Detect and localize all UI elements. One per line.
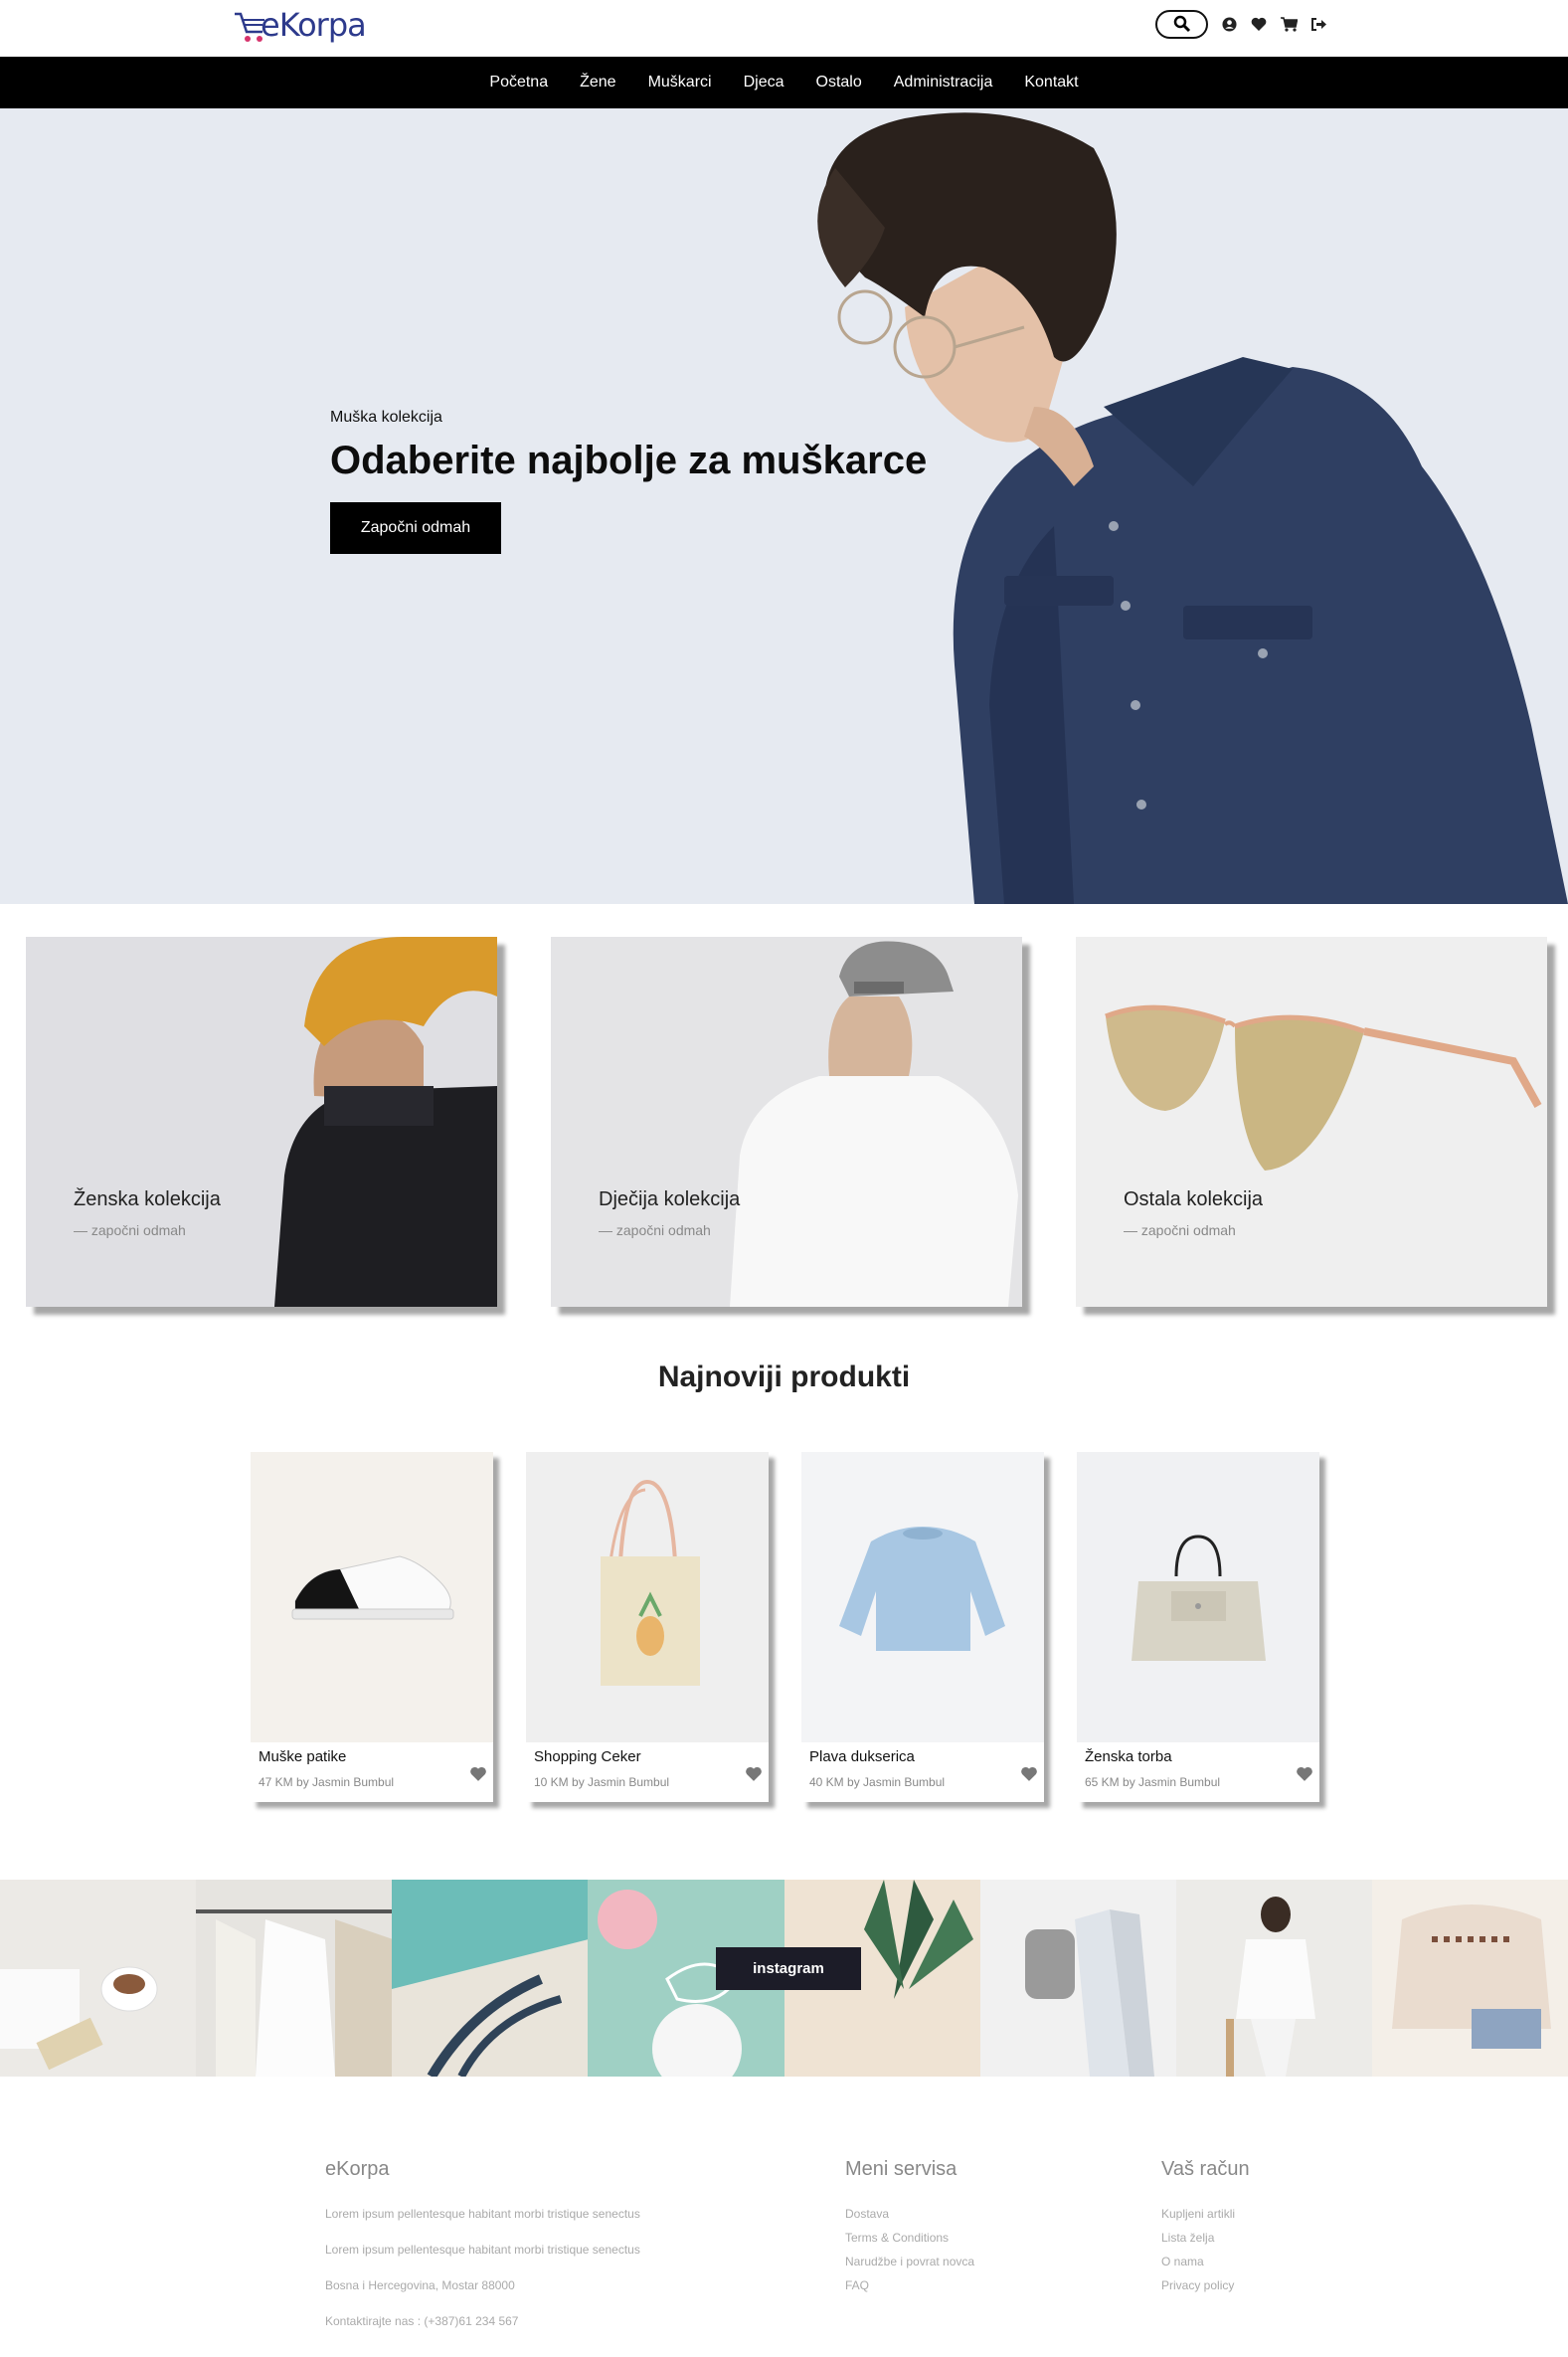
logout-button[interactable] <box>1309 15 1327 33</box>
desk-photo <box>0 1966 158 2071</box>
footer-title: Meni servisa <box>845 2158 958 2180</box>
product-meta: 65 KM by Jasmin Bumbul <box>1085 1775 1221 1789</box>
product-image <box>526 1452 769 1742</box>
product-meta: 40 KM by Jasmin Bumbul <box>809 1775 946 1789</box>
product-meta: 47 KM by Jasmin Bumbul <box>259 1775 395 1789</box>
hero-start-button[interactable]: Započni odmah <box>330 502 501 554</box>
instagram-photo[interactable] <box>196 1880 393 2077</box>
footer-contact: Kontaktirajte nas : (+387)61 234 567 <box>325 2314 519 2328</box>
collection-link[interactable]: — započni odmah <box>1124 1222 1236 1238</box>
product-image <box>251 1452 493 1742</box>
footer-about: eKorpa Lorem ipsum pellentesque habitant… <box>325 2158 640 2350</box>
instagram-photo[interactable] <box>979 1880 1176 2077</box>
nav-item-pocetna[interactable]: Početna <box>473 74 564 91</box>
clothes-rack-photo <box>196 1909 393 2077</box>
collection-title: Ostala kolekcija <box>1124 1188 1264 1210</box>
collection-title: Ženska kolekcija <box>74 1188 221 1210</box>
backpack-photo <box>1024 1909 1154 2077</box>
woman-sitting-photo <box>1225 1897 1315 2077</box>
footer-service-menu: Meni servisa Dostava Terms & Conditions … <box>845 2158 974 2302</box>
footer-link-dostava[interactable]: Dostava <box>845 2207 974 2221</box>
heart-icon[interactable] <box>469 1766 487 1782</box>
collection-card-other[interactable]: Ostala kolekcija — započni odmah <box>1076 937 1547 1307</box>
cart-icon <box>1280 16 1298 32</box>
product-image <box>801 1452 1044 1742</box>
heart-icon[interactable] <box>1020 1766 1038 1782</box>
footer-link-privacy[interactable]: Privacy policy <box>1161 2278 1250 2292</box>
footer-link-purchased[interactable]: Kupljeni artikli <box>1161 2207 1250 2221</box>
product-name: Plava dukserica <box>809 1748 915 1765</box>
logo[interactable]: eKorpa <box>233 4 382 46</box>
header-icons <box>1155 9 1327 39</box>
kids-collection-image <box>551 937 1022 1307</box>
nav-item-zene[interactable]: Žene <box>564 74 631 91</box>
instagram-photo[interactable] <box>1371 1880 1568 2077</box>
hero-model-image <box>817 112 1568 904</box>
footer-address: Bosna i Hercegovina, Mostar 88000 <box>325 2278 515 2292</box>
footer-title: eKorpa <box>325 2158 390 2180</box>
collection-title: Dječija kolekcija <box>599 1188 741 1210</box>
footer-link-faq[interactable]: FAQ <box>845 2278 974 2292</box>
product-name: Muške patike <box>259 1748 347 1765</box>
search-icon <box>1173 15 1190 33</box>
logout-icon <box>1310 17 1326 31</box>
product-card[interactable]: Plava dukserica 40 KM by Jasmin Bumbul <box>801 1452 1044 1802</box>
wishlist-button[interactable] <box>1250 15 1268 33</box>
product-card[interactable]: Ženska torba 65 KM by Jasmin Bumbul <box>1077 1452 1319 1802</box>
footer-link-orders[interactable]: Narudžbe i povrat novca <box>845 2255 974 2268</box>
tote-bag-image <box>601 1479 700 1686</box>
sweatshirt-image <box>839 1527 1005 1651</box>
heart-icon <box>1251 17 1267 31</box>
palm-shadow-photo <box>392 1939 589 2077</box>
section-title: Najnoviji produkti <box>657 1360 911 1393</box>
instagram-photo[interactable] <box>1175 1880 1372 2077</box>
footer-link-wishlist[interactable]: Lista želja <box>1161 2231 1250 2245</box>
logo-text: eKorpa <box>261 6 367 44</box>
nav-item-muskarci[interactable]: Muškarci <box>632 74 728 91</box>
footer-link-terms[interactable]: Terms & Conditions <box>845 2231 974 2245</box>
footer-link-about[interactable]: O nama <box>1161 2255 1250 2268</box>
collection-link[interactable]: — započni odmah <box>74 1222 186 1238</box>
product-card[interactable]: Muške patike 47 KM by Jasmin Bumbul <box>251 1452 493 1802</box>
search-button[interactable] <box>1155 9 1208 39</box>
user-button[interactable] <box>1220 15 1238 33</box>
footer-account: Vaš račun Kupljeni artikli Lista želja O… <box>1161 2158 1250 2302</box>
hero-title: Odaberite najbolje za muškarce <box>330 439 928 482</box>
heart-icon[interactable] <box>745 1766 763 1782</box>
collection-link[interactable]: — započni odmah <box>599 1222 711 1238</box>
footer-text: Lorem ipsum pellentesque habitant morbi … <box>325 2243 640 2257</box>
product-image <box>1077 1452 1319 1742</box>
other-collection-image <box>1076 937 1547 1307</box>
product-name: Ženska torba <box>1085 1748 1172 1765</box>
nav-item-administracija[interactable]: Administracija <box>878 74 1009 91</box>
handbag-image <box>1132 1535 1266 1661</box>
instagram-photo[interactable] <box>392 1880 589 2077</box>
sneaker-image <box>291 1555 454 1620</box>
instagram-button[interactable]: instagram <box>716 1947 861 1990</box>
product-meta: 10 KM by Jasmin Bumbul <box>534 1775 670 1789</box>
heart-icon[interactable] <box>1296 1766 1313 1782</box>
nav-item-ostalo[interactable]: Ostalo <box>800 74 878 91</box>
nav-item-djeca[interactable]: Djeca <box>728 74 800 91</box>
hero-banner: Muška kolekcija Odaberite najbolje za mu… <box>0 108 1568 904</box>
instagram-photo[interactable] <box>0 1880 197 2077</box>
collection-card-women[interactable]: Ženska kolekcija — započni odmah <box>26 937 497 1307</box>
main-nav: Početna Žene Muškarci Djeca Ostalo Admin… <box>0 57 1568 108</box>
nav-item-kontakt[interactable]: Kontakt <box>1008 74 1094 91</box>
user-icon <box>1221 16 1237 32</box>
cart-button[interactable] <box>1280 15 1298 33</box>
footer-text: Lorem ipsum pellentesque habitant morbi … <box>325 2207 640 2221</box>
hero-subtitle: Muška kolekcija <box>330 409 442 426</box>
product-name: Shopping Ceker <box>534 1748 641 1765</box>
top-header: eKorpa <box>0 0 1568 57</box>
women-collection-image <box>26 937 497 1307</box>
sweater-photo <box>1391 1904 1551 2049</box>
product-card[interactable]: Shopping Ceker 10 KM by Jasmin Bumbul <box>526 1452 769 1802</box>
footer-title: Vaš račun <box>1161 2158 1250 2180</box>
collection-card-kids[interactable]: Dječija kolekcija — započni odmah <box>551 937 1022 1307</box>
